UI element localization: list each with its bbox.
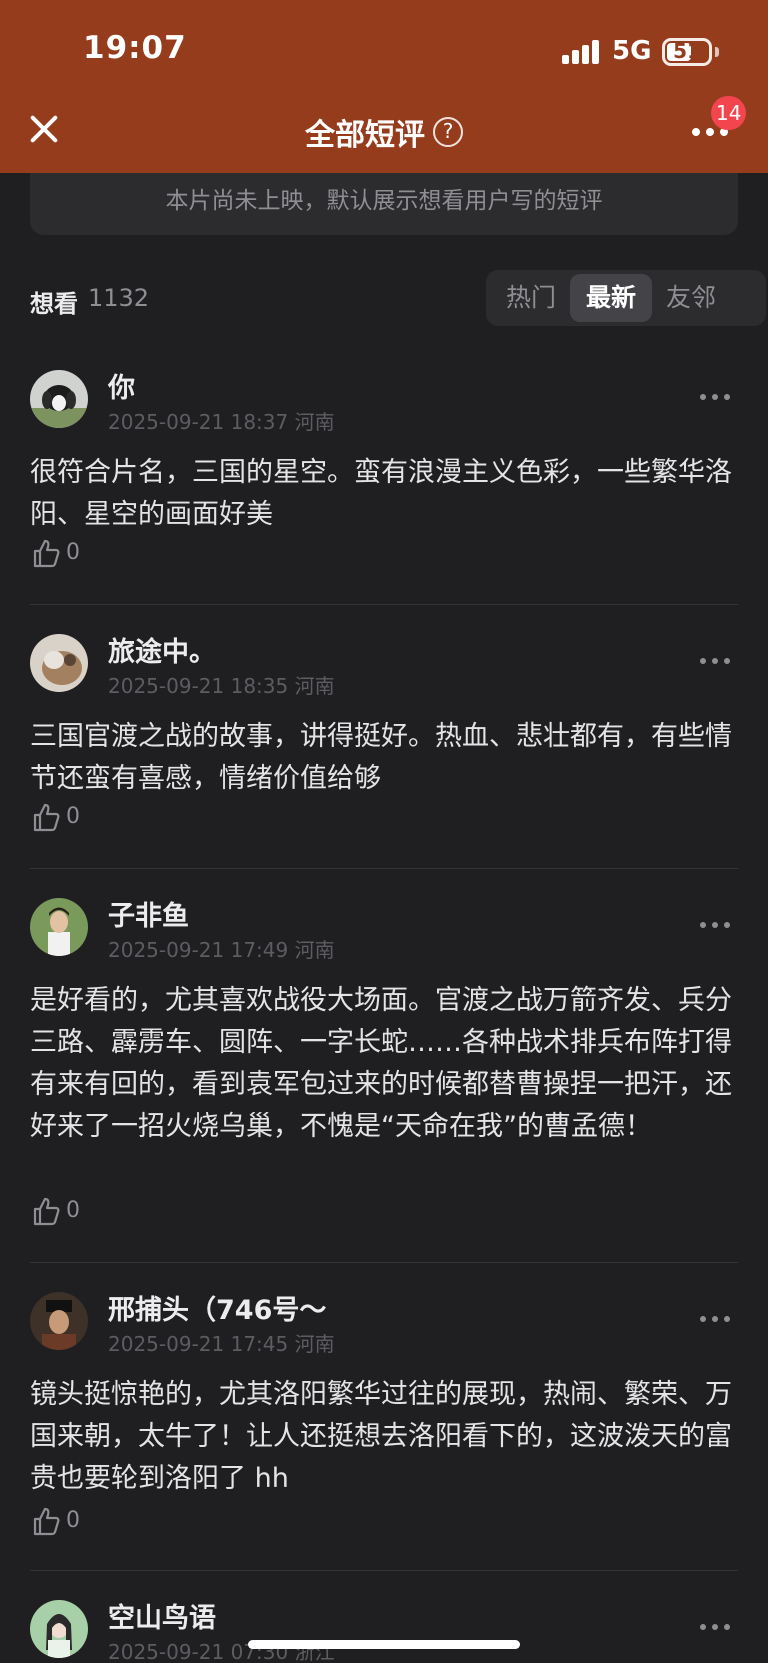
like-count: 0 [66,804,80,829]
review-time: 2025-09-21 17:45 [108,1332,289,1356]
tab-hot[interactable]: 热门 [490,274,572,322]
divider [30,868,738,869]
review-location: 河南 [294,410,335,434]
thumbs-up-icon [33,803,60,832]
review-username[interactable]: 邢捕头（746号～ [108,1288,326,1327]
page-title: 全部短评 [305,118,425,153]
review-more-button[interactable] [700,1316,732,1326]
like-count: 0 [66,1508,80,1533]
review-more-button[interactable] [700,394,732,404]
like-count: 0 [66,540,80,565]
review-text: 是好看的，尤其喜欢战役大场面。官渡之战万箭齐发、兵分三路、霹雳车、圆阵、一字长蛇… [30,985,732,1142]
like-count: 0 [66,1198,80,1223]
review-item: 你 2025-09-21 18:37 河南 很符合片名，三国的星空。蛮有浪漫主义… [30,370,738,570]
tab-latest[interactable]: 最新 [570,274,652,322]
unreleased-notice: 本片尚未上映，默认展示想看用户写的短评 [30,173,738,235]
review-location: 河南 [294,1332,335,1356]
thumbs-up-icon [33,1197,60,1226]
avatar[interactable] [30,1600,88,1658]
review-username[interactable]: 子非鱼 [108,894,189,933]
avatar[interactable] [30,898,88,956]
review-time: 2025-09-21 18:35 [108,674,289,698]
sort-segmented-control: 热门 最新 友邻 [486,270,766,326]
review-text: 三国官渡之战的故事，讲得挺好。热血、悲壮都有，有些情节还蛮有喜感，情绪价值给够 [30,721,732,794]
signal-icon [562,40,602,64]
review-more-button[interactable] [700,658,732,668]
review-meta: 2025-09-21 18:37 河南 [108,406,335,435]
divider [30,1570,738,1571]
review-text: 镜头挺惊艳的，尤其洛阳繁华过往的展现，热闹、繁荣、万国来朝，太牛了！让人还挺想去… [30,1379,732,1494]
want-count: 1132 [88,284,150,312]
review-item: 旅途中。 2025-09-21 18:35 河南 三国官渡之战的故事，讲得挺好。… [30,634,738,834]
battery-level: 51 [673,39,701,63]
review-item: 邢捕头（746号～ 2025-09-21 17:45 河南 镜头挺惊艳的，尤其洛… [30,1292,738,1542]
review-meta: 2025-09-21 17:45 河南 [108,1328,335,1357]
thumbs-up-icon [33,539,60,568]
home-indicator[interactable] [248,1640,520,1649]
divider [30,1262,738,1263]
review-text: 很符合片名，三国的星空。蛮有浪漫主义色彩，一些繁华洛阳、星空的画面好美 [30,457,732,530]
avatar[interactable] [30,370,88,428]
avatar[interactable] [30,1292,88,1350]
want-label: 想看 [30,290,78,318]
review-meta: 2025-09-21 17:49 河南 [108,934,335,963]
reviews-header: 想看 1132 热门 最新 友邻 [30,270,766,326]
review-location: 河南 [294,674,335,698]
review-time: 2025-09-21 18:37 [108,410,289,434]
review-username[interactable]: 你 [108,366,135,405]
review-username[interactable]: 旅途中。 [108,630,216,669]
review-item: 空山鸟语 2025-09-21 07:30 浙江 [30,1600,738,1663]
review-username[interactable]: 空山鸟语 [108,1600,216,1635]
help-icon[interactable]: ? [433,117,463,147]
header-title-wrap: 全部短评? [0,110,768,154]
tab-friends[interactable]: 友邻 [650,274,732,322]
top-bar: 19:07 5G 51 全部短评? 14 [0,0,768,173]
review-more-button[interactable] [700,922,732,932]
divider [30,604,738,605]
review-item: 子非鱼 2025-09-21 17:49 河南 是好看的，尤其喜欢战役大场面。官… [30,898,738,1226]
review-location: 河南 [294,938,335,962]
network-label: 5G [612,36,652,66]
thumbs-up-icon [33,1507,60,1536]
review-time: 2025-09-21 17:49 [108,938,289,962]
status-time: 19:07 [83,30,187,66]
review-more-button[interactable] [700,1624,732,1634]
avatar[interactable] [30,634,88,692]
battery-icon: 51 [662,38,712,66]
notification-badge: 14 [711,96,747,130]
battery-tip [715,47,719,57]
review-meta: 2025-09-21 18:35 河南 [108,670,335,699]
status-bar: 19:07 5G 51 [0,0,768,100]
